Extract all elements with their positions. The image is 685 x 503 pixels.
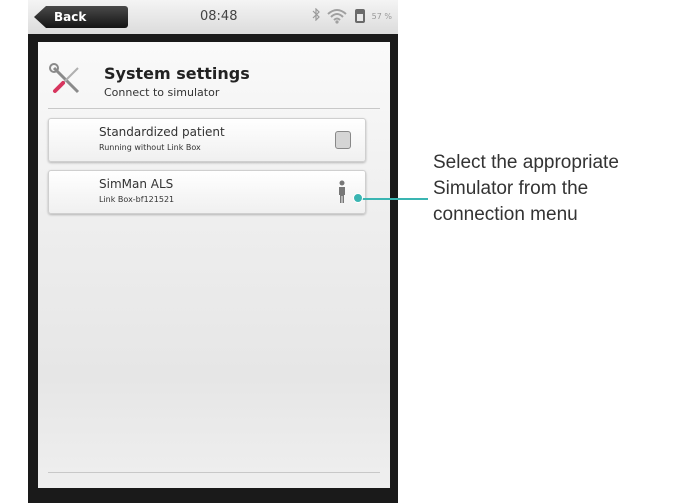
square-icon [335, 131, 351, 149]
bluetooth-icon [312, 7, 320, 24]
bottom-divider [48, 472, 380, 473]
wifi-icon [326, 8, 348, 24]
simulator-subtitle: Running without Link Box [99, 143, 201, 152]
simulator-item-standardized-patient[interactable]: Standardized patient Running without Lin… [48, 118, 366, 162]
simulator-subtitle: Link Box-bf121521 [99, 195, 175, 204]
callout-dot [353, 193, 363, 203]
tablet-device: Back 08:48 57 % System settings Connect … [28, 0, 398, 503]
battery-icon [354, 8, 366, 24]
clock: 08:48 [200, 9, 238, 24]
page-title: System settings [104, 64, 250, 83]
callout-annotation: Select the appropriate Simulator from th… [433, 150, 683, 228]
person-icon [337, 180, 347, 204]
status-icons: 57 % [312, 6, 392, 26]
status-bar: Back 08:48 57 % [28, 0, 398, 34]
simulator-title: SimMan ALS [99, 177, 174, 191]
settings-screen: System settings Connect to simulator Sta… [38, 42, 390, 488]
callout-line [358, 198, 428, 200]
back-button[interactable]: Back [34, 6, 128, 28]
settings-header: System settings Connect to simulator [38, 42, 390, 108]
callout-line-3: connection menu [433, 204, 578, 225]
wrench-screwdriver-icon [48, 62, 84, 98]
battery-percent: 57 % [371, 11, 392, 21]
simulator-title: Standardized patient [99, 125, 225, 139]
page-subtitle: Connect to simulator [104, 86, 220, 99]
divider [48, 108, 380, 109]
callout-line-1: Select the appropriate [433, 152, 619, 173]
callout-line-2: Simulator from the [433, 178, 589, 199]
simulator-item-simman-als[interactable]: SimMan ALS Link Box-bf121521 [48, 170, 366, 214]
